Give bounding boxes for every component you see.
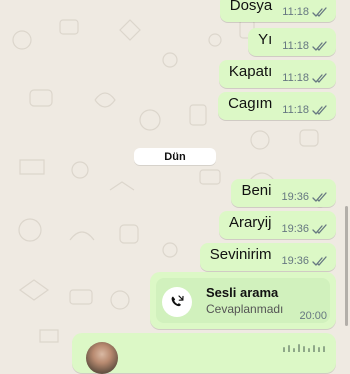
double-check-icon (312, 104, 328, 116)
double-check-icon (312, 6, 328, 18)
message-time: 11:18 (282, 104, 309, 116)
voice-message-bubble[interactable] (72, 333, 336, 374)
message-text: Sevinirim (209, 245, 272, 263)
waveform-icon (283, 344, 325, 352)
double-check-icon (312, 191, 328, 203)
call-title: Sesli arama (206, 285, 279, 300)
message-time: 11:18 (282, 6, 309, 18)
message-time: 19:36 (281, 255, 309, 267)
message-bubble[interactable]: Kapatı 11:18 (218, 60, 336, 88)
avatar (86, 342, 118, 374)
double-check-icon (312, 40, 328, 52)
message-bubble[interactable]: Dosya 11:18 (219, 0, 336, 22)
message-time: 11:18 (282, 40, 309, 52)
message-time: 19:36 (281, 223, 309, 235)
message-time: 19:36 (281, 191, 309, 203)
double-check-icon (312, 72, 328, 84)
message-text: Dosya (229, 0, 273, 14)
message-text: Beni (241, 181, 272, 199)
message-text: Kapatı (228, 62, 273, 80)
message-bubble[interactable]: Sevinirim 19:36 (199, 243, 336, 271)
call-time: 20:00 (299, 310, 327, 322)
message-bubble[interactable]: Yı 11:18 (248, 28, 336, 56)
message-bubble[interactable]: Cagım 11:18 (218, 92, 336, 120)
scrollbar[interactable] (345, 206, 348, 326)
missed-call-icon (162, 287, 192, 317)
message-bubble[interactable]: Araryij 19:36 (218, 211, 336, 239)
missed-call-bubble[interactable]: Sesli arama Cevaplanmadı 20:00 (150, 272, 336, 329)
call-status: Cevaplanmadı (206, 302, 284, 316)
date-divider: Dün (134, 148, 216, 165)
message-text: Araryij (228, 213, 272, 231)
double-check-icon (312, 255, 328, 267)
message-text: Cagım (228, 94, 273, 112)
message-bubble[interactable]: Beni 19:36 (231, 179, 336, 207)
message-time: 11:18 (282, 72, 309, 84)
double-check-icon (312, 223, 328, 235)
message-text: Yı (258, 30, 273, 48)
